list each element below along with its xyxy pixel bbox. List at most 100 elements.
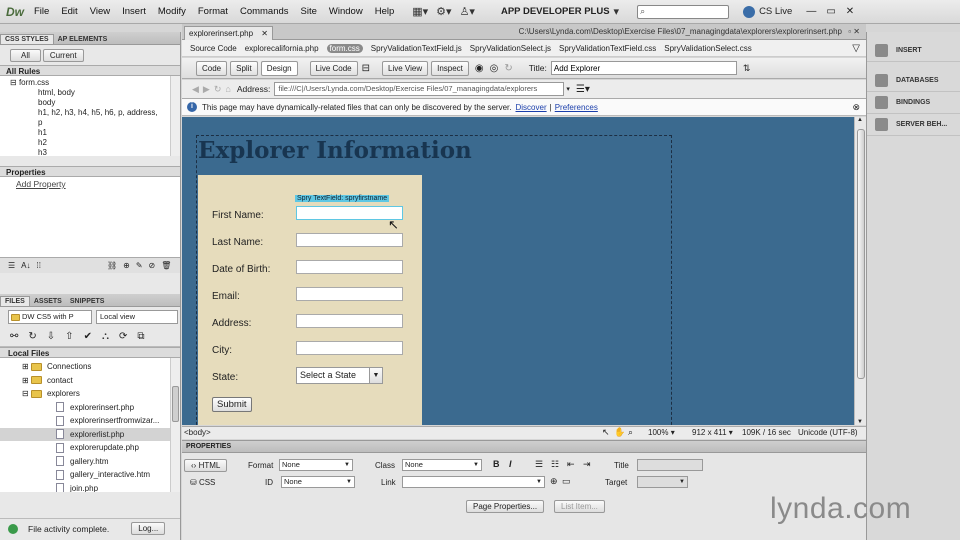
edit-rule-icon[interactable]: ✎	[136, 261, 143, 270]
indent-icon[interactable]: ⇥	[583, 459, 591, 470]
related-form-css[interactable]: form.css	[326, 43, 363, 53]
tab-assets[interactable]: ASSETS	[30, 297, 66, 306]
list-item[interactable]: ⊟ explorers	[0, 387, 180, 401]
preferences-link[interactable]: Preferences	[555, 103, 598, 112]
scroll-up-icon[interactable]: ▲	[857, 117, 863, 123]
point-to-file-icon[interactable]: ⊕	[550, 476, 558, 487]
refresh-design-icon[interactable]: ↻	[504, 63, 512, 74]
title-input[interactable]	[550, 61, 737, 75]
submit-button[interactable]: Submit	[212, 397, 252, 412]
rule-item[interactable]: h3	[0, 148, 180, 156]
title-field-input[interactable]	[637, 459, 703, 471]
close-info-icon[interactable]: ⊗	[852, 102, 860, 113]
menu-window[interactable]: Window	[329, 6, 363, 17]
menu-file[interactable]: File	[34, 6, 49, 17]
address-input[interactable]: file:///C|/Users/Lynda.com/Desktop/Exerc…	[274, 82, 565, 96]
window-size[interactable]: 912 x 411 ▾	[692, 428, 733, 437]
related-spry-select-css[interactable]: SpryValidationSelect.css	[664, 44, 751, 53]
document-tab[interactable]: explorerinsert.php ✕	[184, 26, 273, 40]
discover-link[interactable]: Discover	[516, 103, 547, 112]
back-icon[interactable]: ◀	[192, 84, 199, 95]
html-mode-button[interactable]: ‹› HTML	[184, 459, 228, 472]
rule-item[interactable]: h1, h2, h3, h4, h5, h6, p, address,	[0, 108, 180, 118]
design-view-button[interactable]: Design	[260, 60, 298, 76]
related-source-code[interactable]: Source Code	[190, 44, 237, 53]
rules-scrollbar[interactable]	[170, 76, 180, 156]
list-item[interactable]: explorerinsert.php	[0, 401, 180, 415]
databases-panel-button[interactable]: DATABASES	[867, 70, 960, 92]
home-icon[interactable]: ⌂	[225, 84, 230, 94]
design-scrollbar[interactable]: ▲ ▼	[854, 117, 866, 425]
files-scrollbar[interactable]	[170, 358, 180, 492]
menu-view[interactable]: View	[90, 6, 110, 17]
new-rule-icon[interactable]: ⊕	[123, 261, 130, 270]
list-item[interactable]: explorerupdate.php	[0, 441, 180, 455]
expand-icon[interactable]: ⧉	[137, 331, 144, 342]
disable-rule-icon[interactable]: ⊘	[149, 261, 156, 270]
state-select[interactable]: Select a State ▼	[296, 367, 383, 384]
zoom-select[interactable]: 100% ▾	[648, 428, 675, 437]
last-name-input[interactable]	[296, 233, 403, 247]
menu-insert[interactable]: Insert	[122, 6, 146, 17]
design-scroll-thumb[interactable]	[857, 129, 865, 379]
refresh-icon[interactable]: ↻	[28, 331, 36, 342]
tab-files[interactable]: FILES	[0, 296, 30, 306]
address-field-input[interactable]	[296, 314, 403, 328]
view-select[interactable]: Local view	[96, 310, 178, 324]
close-doc-icon[interactable]: ✕	[853, 27, 860, 36]
scroll-down-icon[interactable]: ▼	[857, 419, 863, 425]
bold-button[interactable]: B	[493, 459, 500, 469]
related-spry-textfield-css[interactable]: SpryValidationTextField.css	[559, 44, 656, 53]
rule-item[interactable]: ⊟ form.css	[0, 78, 180, 88]
live-view-options-icon[interactable]: ☰▾	[576, 84, 590, 95]
inspect-button[interactable]: Inspect	[431, 60, 469, 76]
dob-input[interactable]	[296, 260, 403, 274]
design-view[interactable]: Explorer Information Spry TextField: spr…	[182, 117, 854, 425]
address-dropdown-icon[interactable]: ▾	[566, 85, 570, 93]
refresh-icon[interactable]: ↻	[214, 84, 222, 95]
zoom-tool-icon[interactable]: ⌕	[628, 427, 633, 438]
related-spry-textfield-js[interactable]: SpryValidationTextField.js	[371, 44, 462, 53]
related-explorecalifornia[interactable]: explorecalifornia.php	[245, 44, 319, 53]
spry-widget-tab[interactable]: Spry TextField: spryfirstname	[295, 195, 390, 202]
list-item[interactable]: explorerlist.php	[0, 427, 180, 441]
list-item-button[interactable]: List Item...	[554, 500, 605, 513]
list-item[interactable]: ⊞ Connections	[0, 360, 180, 374]
split-view-button[interactable]: Split	[230, 60, 258, 76]
tab-ap-elements[interactable]: AP ELEMENTS	[54, 35, 112, 44]
hand-tool-icon[interactable]: ✋	[614, 427, 625, 438]
format-select[interactable]: None ▼	[279, 459, 353, 471]
check-out-icon[interactable]: ✔	[84, 331, 92, 342]
list-item[interactable]: gallery.htm	[0, 455, 180, 469]
bindings-panel-button[interactable]: BINDINGS	[867, 92, 960, 114]
help-search-input[interactable]: ⌕	[637, 4, 730, 19]
check-in-icon[interactable]: ⛬	[102, 331, 109, 342]
chevron-down-icon[interactable]: ▾	[614, 5, 620, 18]
menu-help[interactable]: Help	[375, 6, 395, 17]
get-files-icon[interactable]: ⇩	[47, 331, 55, 342]
put-files-icon[interactable]: ⇧	[65, 331, 73, 342]
menu-site[interactable]: Site	[301, 6, 317, 17]
code-view-button[interactable]: Code	[196, 60, 228, 76]
minimize-icon[interactable]: —	[806, 6, 816, 17]
target-select[interactable]: ▼	[637, 476, 688, 488]
menu-modify[interactable]: Modify	[158, 6, 186, 17]
list-item[interactable]: explorerinsertfromwizar...	[0, 414, 180, 428]
visual-aids-icon[interactable]: ◎	[490, 63, 499, 74]
rule-item[interactable]: html, body	[0, 88, 180, 98]
close-tab-icon[interactable]: ✕	[261, 29, 268, 38]
synchronize-icon[interactable]: ⟳	[119, 331, 127, 342]
set-properties-icon[interactable]: ⁞⁞	[37, 261, 41, 270]
list-item[interactable]: ⊞ contact	[0, 374, 180, 388]
live-view-button[interactable]: Live View	[382, 60, 429, 76]
delete-rule-icon[interactable]: 🗑	[161, 261, 171, 270]
attach-style-icon[interactable]: ⛓	[107, 261, 117, 270]
rule-item[interactable]: body	[0, 98, 180, 108]
workspace-switcher[interactable]: APP DEVELOPER PLUS	[501, 6, 610, 17]
outdent-icon[interactable]: ⇤	[567, 459, 575, 470]
close-icon[interactable]: ✕	[846, 6, 854, 17]
layout-icon[interactable]: ▦▾	[412, 5, 428, 18]
select-tool-icon[interactable]: ↖	[602, 427, 610, 438]
extend-icon[interactable]: ⚙▾	[436, 5, 451, 18]
italic-button[interactable]: I	[509, 459, 512, 469]
